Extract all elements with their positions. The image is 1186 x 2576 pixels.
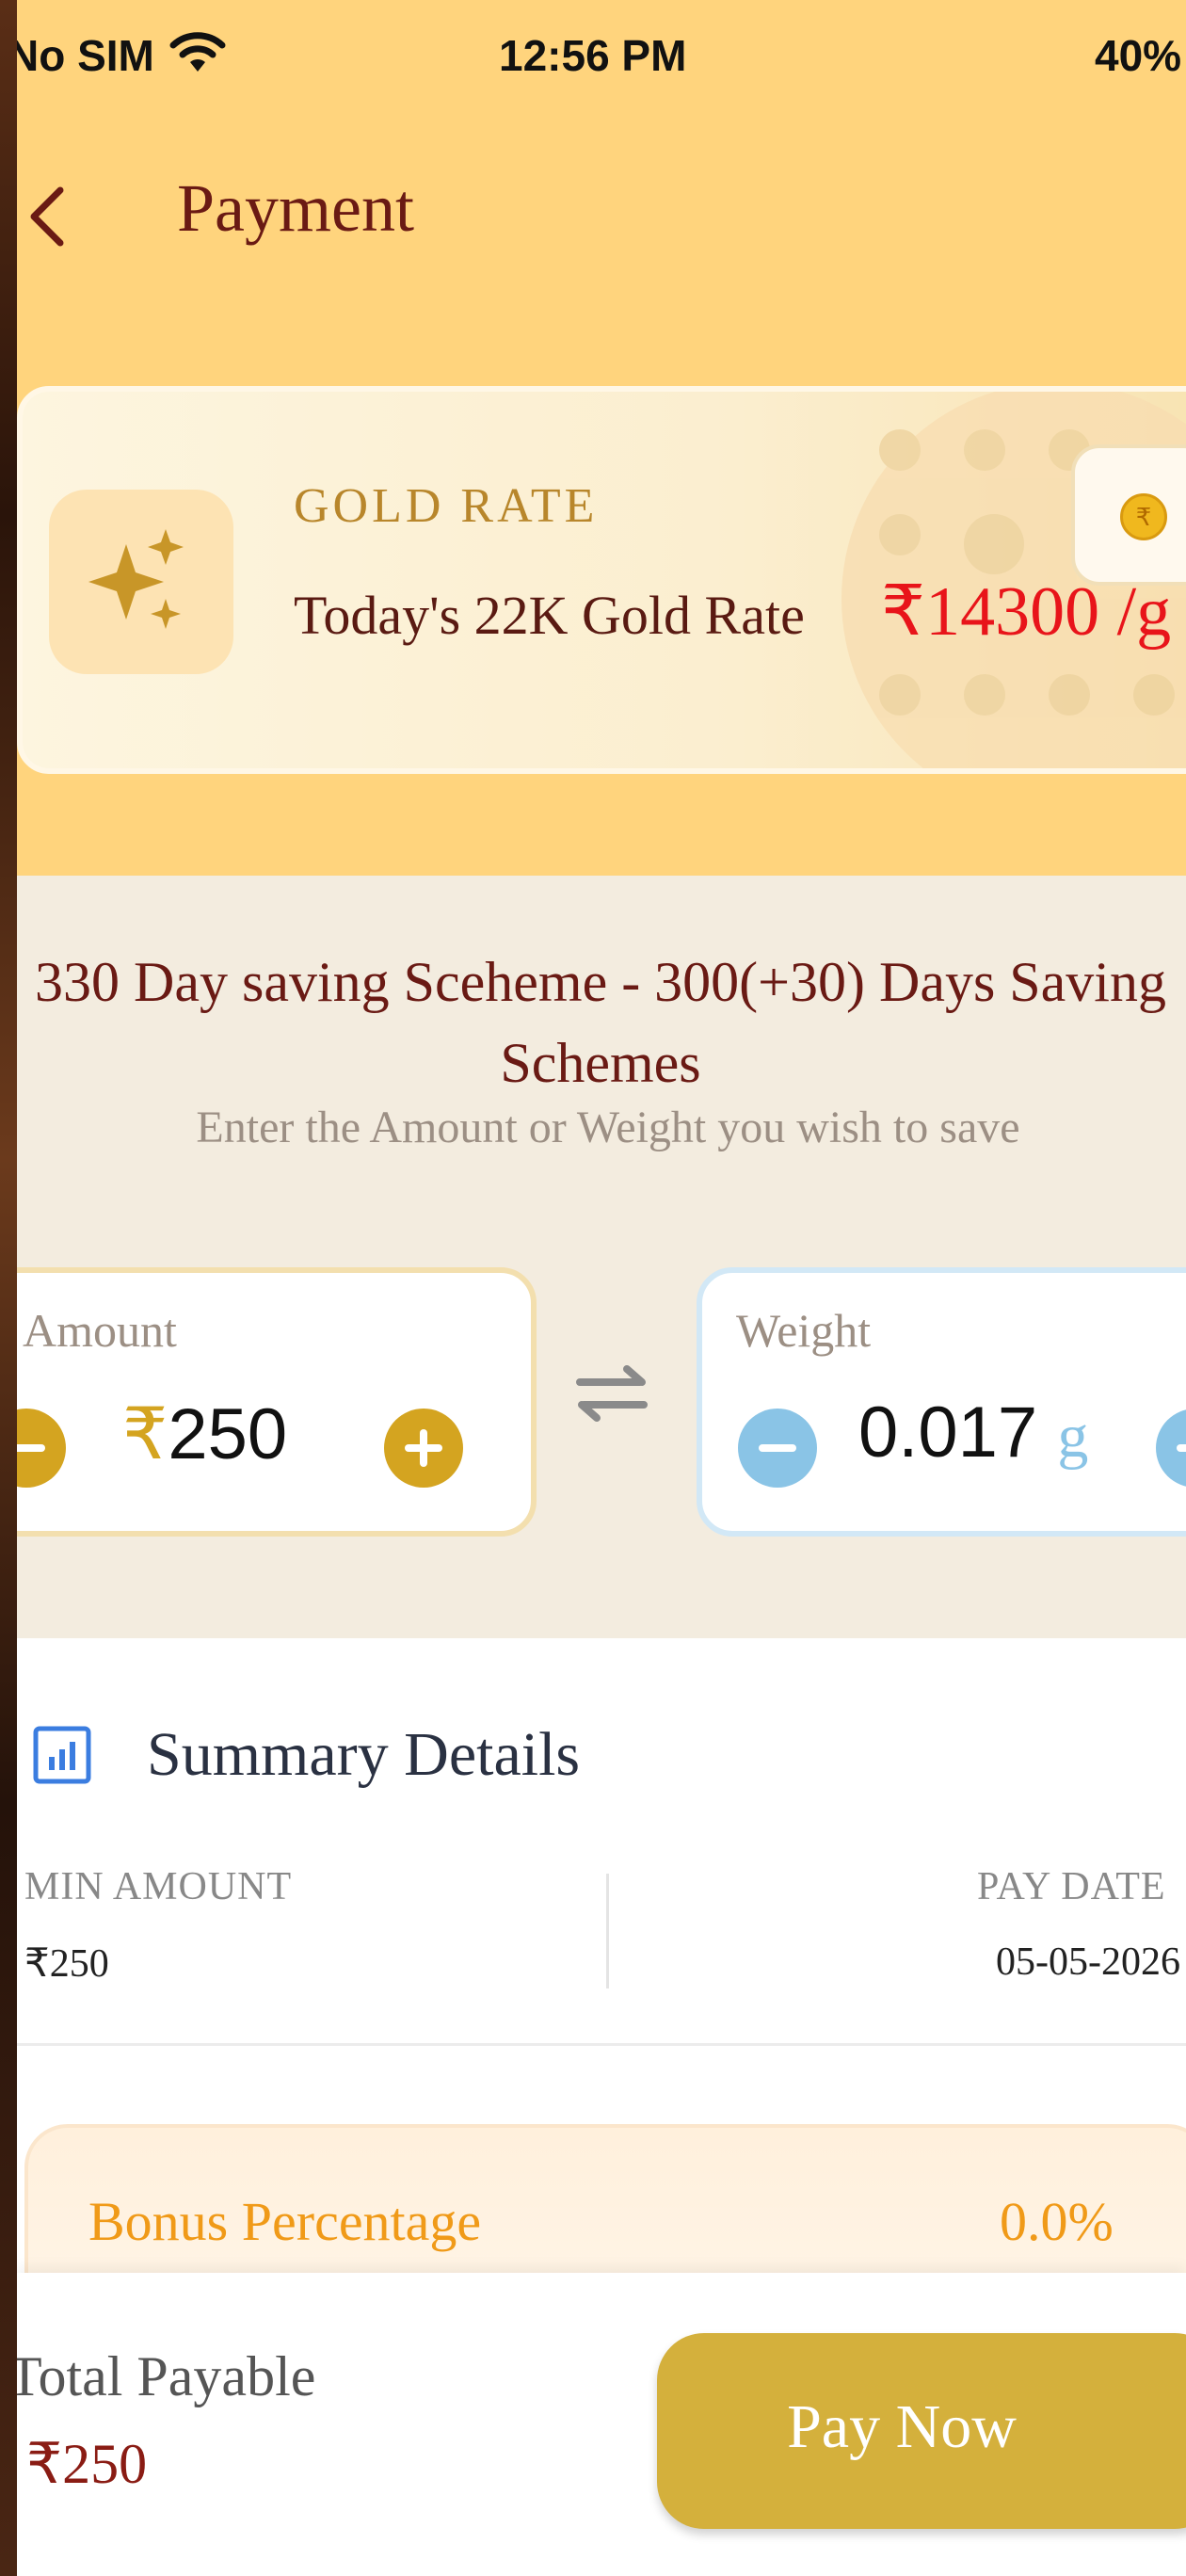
gold-rate-label: GOLD RATE (294, 479, 599, 533)
weight-label: Weight (736, 1304, 872, 1357)
divider (17, 2043, 1186, 2046)
clock-text: 12:56 PM (499, 31, 687, 80)
amount-value-field[interactable]: ₹250 (122, 1392, 287, 1475)
back-arrow-icon[interactable] (19, 179, 75, 254)
page-title: Payment (177, 170, 414, 246)
bonus-label: Bonus Percentage (88, 2191, 482, 2252)
amount-increase-button[interactable] (384, 1409, 463, 1488)
weight-value-field[interactable]: 0.017 g (858, 1392, 1088, 1473)
total-payable-value: ₹250 (26, 2433, 148, 2495)
min-amount-value: ₹250 (24, 1942, 109, 1986)
weight-value: 0.017 (858, 1393, 1038, 1473)
sparkle-icon (88, 529, 184, 629)
status-bar: No SIM 12:56 PM 40% (17, 0, 1186, 113)
amount-label: Amount (23, 1304, 177, 1357)
pay-date-label: PAY DATE (977, 1865, 1166, 1908)
background-edge (0, 0, 17, 2576)
weight-decrease-button[interactable] (738, 1409, 817, 1488)
rupee-coin-icon: ₹ (1120, 493, 1167, 540)
rupee-symbol: ₹ (122, 1394, 168, 1474)
min-amount-label: MIN AMOUNT (24, 1865, 293, 1908)
pay-date-value: 05-05-2026 (996, 1940, 1180, 1984)
battery-text: 40% (1095, 31, 1182, 80)
amount-decrease-button[interactable] (17, 1409, 66, 1488)
gold-rate-description: Today's 22K Gold Rate (294, 585, 805, 646)
pay-now-label: Pay Now (787, 2392, 1017, 2461)
wifi-icon (169, 32, 226, 72)
column-divider (606, 1874, 609, 1988)
amount-card: Amount ₹250 (17, 1267, 537, 1537)
total-payable-label: Total Payable (17, 2345, 316, 2407)
weight-unit: g (1057, 1402, 1089, 1471)
weight-card: Weight 0.017 g (697, 1267, 1186, 1537)
scheme-title: 330 Day saving Sceheme - 300(+30) Days S… (35, 951, 1166, 1094)
summary-title: Summary Details (147, 1720, 581, 1789)
carrier-text: No SIM (17, 31, 154, 80)
amount-value: 250 (168, 1394, 288, 1474)
bonus-value: 0.0% (1000, 2191, 1114, 2252)
sparkle-icon-box (49, 490, 233, 674)
payment-screen: No SIM 12:56 PM 40% Payment GOLD RATE To… (17, 0, 1186, 2576)
gold-rate-card: GOLD RATE Today's 22K Gold Rate ₹14300 /… (17, 386, 1186, 774)
scheme-subtitle: Enter the Amount or Weight you wish to s… (196, 1103, 1020, 1152)
bar-chart-icon (33, 1726, 91, 1784)
weight-increase-button[interactable] (1156, 1409, 1186, 1488)
pay-now-button[interactable]: Pay Now (657, 2333, 1186, 2529)
swap-arrows-icon[interactable] (567, 1356, 657, 1431)
coin-button[interactable]: ₹ (1071, 444, 1186, 586)
